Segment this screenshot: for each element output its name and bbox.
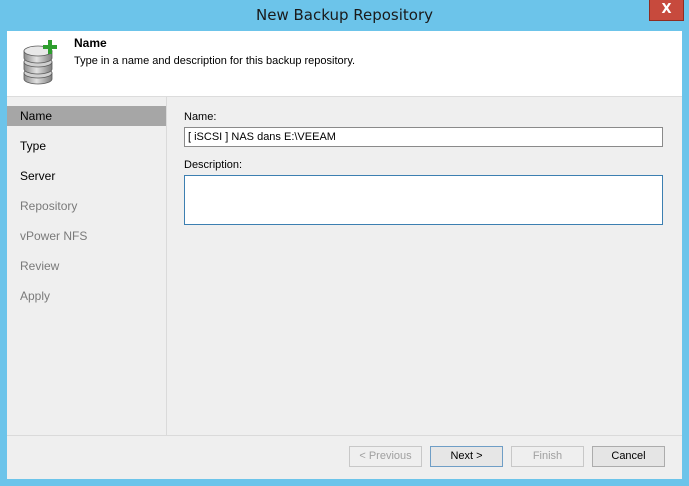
close-icon: X <box>661 2 672 17</box>
cancel-button[interactable]: Cancel <box>592 446 665 467</box>
sidebar-item-vpower-nfs: vPower NFS <box>20 229 88 243</box>
footer-divider <box>7 435 682 436</box>
sidebar-item-type[interactable]: Type <box>7 136 166 156</box>
wizard-window: New Backup Repository X Name Type in a n… <box>0 0 689 486</box>
sidebar-item-server[interactable]: Server <box>7 166 166 186</box>
title-bar[interactable]: New Backup Repository X <box>0 0 689 31</box>
description-textarea[interactable] <box>184 175 663 225</box>
description-label: Description: <box>184 159 243 171</box>
step-title: Name <box>74 36 107 50</box>
sidebar-item-repository: Repository <box>20 199 78 213</box>
previous-button: < Previous <box>349 446 422 467</box>
step-description: Type in a name and description for this … <box>74 55 356 67</box>
database-add-icon <box>23 40 57 85</box>
finish-button: Finish <box>511 446 584 467</box>
close-button[interactable]: X <box>649 0 684 21</box>
name-label: Name: <box>184 111 217 123</box>
window-title: New Backup Repository <box>256 6 433 24</box>
wizard-header: Name Type in a name and description for … <box>7 31 682 97</box>
name-input[interactable] <box>184 127 663 147</box>
sidebar-item-apply: Apply <box>20 289 51 303</box>
next-button[interactable]: Next > <box>430 446 503 467</box>
wizard-client-area: Name Type in a name and description for … <box>7 31 682 479</box>
sidebar-item-review: Review <box>20 259 60 273</box>
sidebar-item-name[interactable]: Name <box>7 106 166 126</box>
wizard-steps-sidebar: Name Type Server Repository vPower NFS R… <box>7 97 167 435</box>
